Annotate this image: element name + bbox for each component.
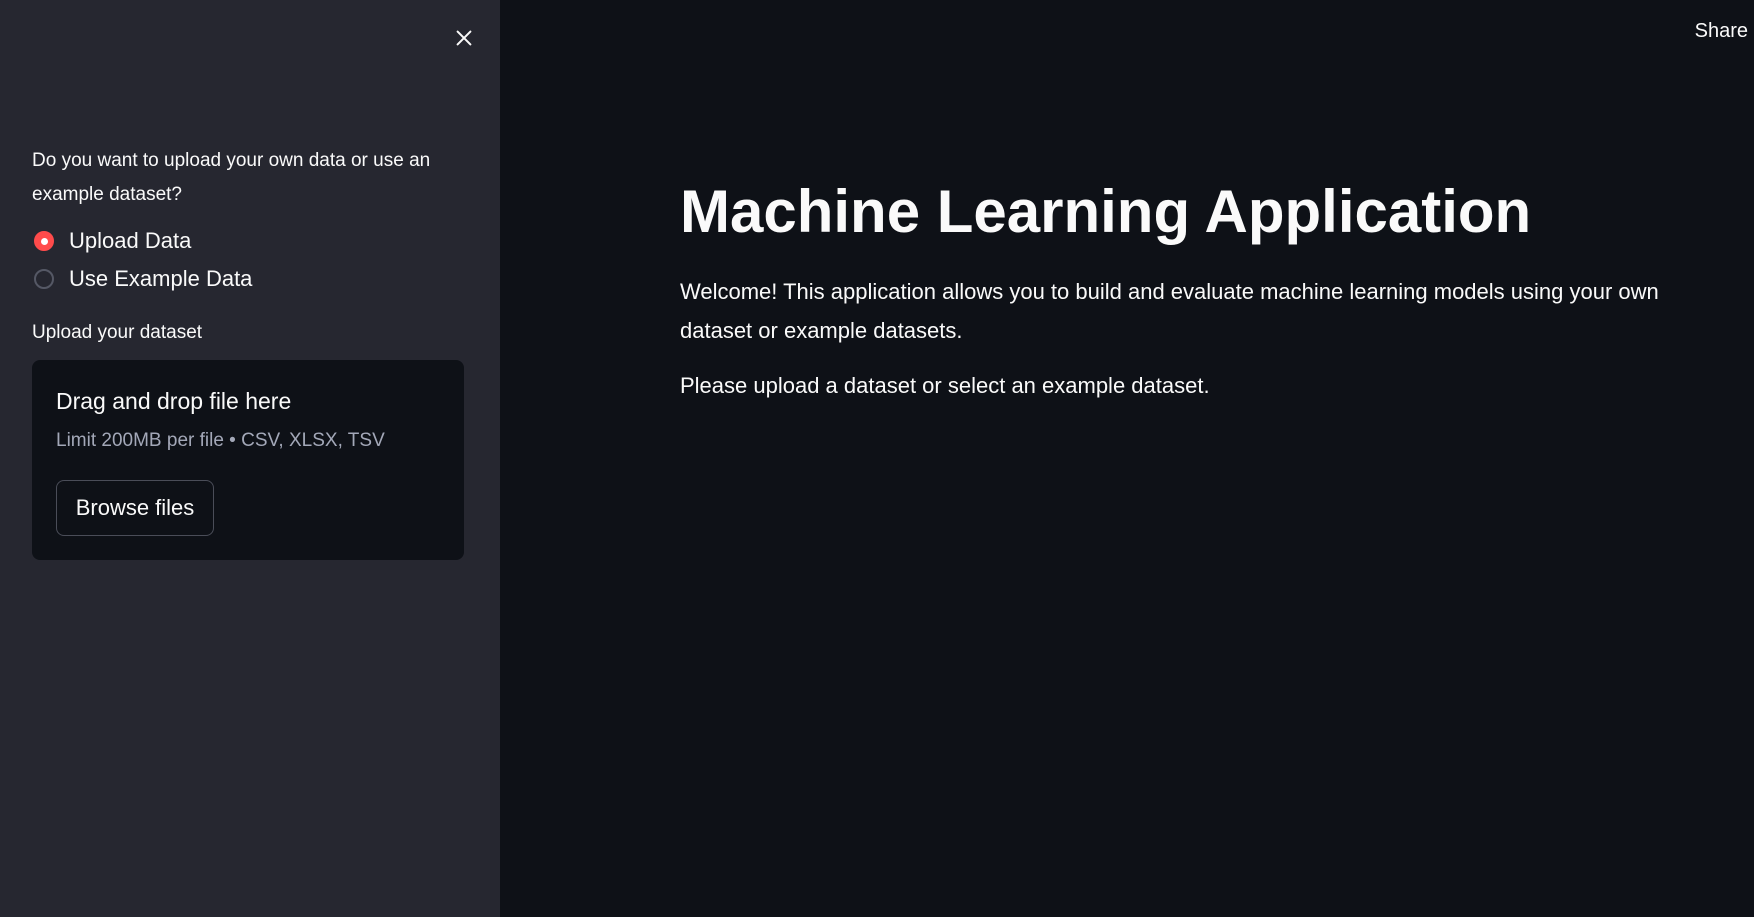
- data-source-question: Do you want to upload your own data or u…: [32, 150, 431, 205]
- dropzone-title: Drag and drop file here: [56, 388, 292, 414]
- radio-use-example-data[interactable]: Use Example Data: [34, 260, 252, 298]
- close-icon: [456, 30, 472, 46]
- main-content: Machine Learning Application Welcome! Th…: [680, 170, 1700, 405]
- page-title: Machine Learning Application: [680, 178, 1532, 245]
- data-source-radio-group: Upload Data Use Example Data: [34, 222, 252, 298]
- radio-upload-data[interactable]: Upload Data: [34, 222, 252, 260]
- app-root: Do you want to upload your own data or u…: [0, 0, 1754, 917]
- browse-files-button[interactable]: Browse files: [56, 480, 214, 536]
- instruction-text: Please upload a dataset or select an exa…: [680, 373, 1210, 398]
- upload-dataset-label: Upload your dataset: [32, 322, 203, 343]
- radio-label-use-example-data: Use Example Data: [69, 266, 253, 291]
- radio-selected-icon[interactable]: [34, 231, 54, 251]
- sidebar: Do you want to upload your own data or u…: [0, 0, 500, 917]
- welcome-text: Welcome! This application allows you to …: [680, 279, 1659, 343]
- dropzone-limit-text: Limit 200MB per file • CSV, XLSX, TSV: [56, 430, 385, 451]
- share-button[interactable]: Share: [1678, 20, 1748, 48]
- radio-label-upload-data: Upload Data: [69, 228, 192, 253]
- file-dropzone[interactable]: Drag and drop file here Limit 200MB per …: [32, 360, 464, 560]
- radio-unselected-icon[interactable]: [34, 269, 54, 289]
- close-sidebar-button[interactable]: [448, 22, 480, 54]
